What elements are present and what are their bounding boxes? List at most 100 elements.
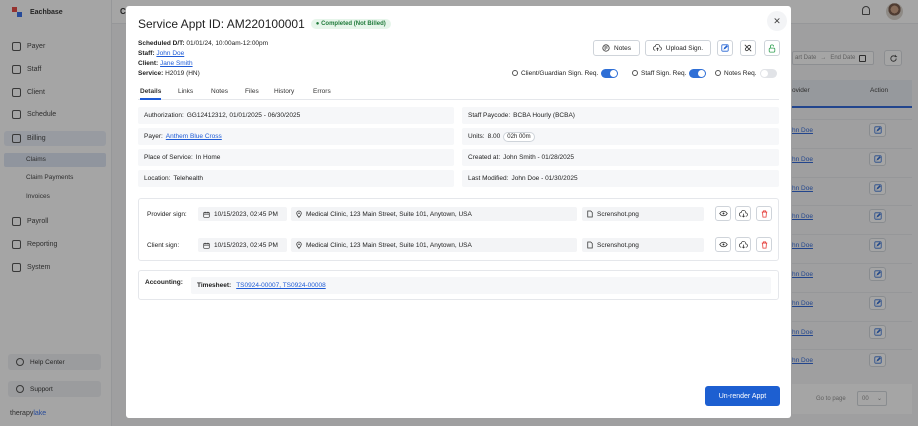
- field-value: BCBA Hourly (BCBA): [513, 112, 575, 119]
- upload-sign-button[interactable]: Upload Sign.: [645, 40, 711, 56]
- close-icon: ✕: [773, 15, 781, 26]
- unrender-appt-button[interactable]: Un-render Appt: [705, 386, 780, 406]
- status-badge: ● Completed (Not Billed): [310, 19, 391, 29]
- notes-icon: [602, 44, 610, 52]
- unlock-button[interactable]: [764, 40, 780, 56]
- tab-files[interactable]: Files: [245, 88, 259, 100]
- calendar-icon: [203, 242, 210, 249]
- signature-address: Medical Clinic, 123 Main Street, Suite 1…: [291, 238, 577, 252]
- info-icon: [715, 70, 721, 76]
- modal-tabs: Details Links Notes Files History Errors: [138, 88, 779, 100]
- tab-errors[interactable]: Errors: [313, 88, 331, 100]
- field-value: In Home: [195, 154, 221, 161]
- view-signature-button[interactable]: [715, 206, 731, 221]
- meta-scheduled-value: 01/01/24, 10:00am-12:00pm: [186, 40, 269, 47]
- cloud-upload-icon: [652, 44, 662, 51]
- client-link[interactable]: Jane Smith: [160, 60, 193, 67]
- tab-history[interactable]: History: [274, 88, 294, 100]
- signature-row-client: Client sign: 10/15/2023, 02:45 PM Medica…: [145, 235, 773, 255]
- field-payer: Payer: Anthem Blue Cross: [138, 128, 454, 145]
- upload-sign-label: Upload Sign.: [665, 44, 704, 52]
- payer-link[interactable]: Anthem Blue Cross: [166, 133, 222, 140]
- field-last-modified: Last Modified: John Doe - 01/30/2025: [462, 170, 779, 187]
- service-appt-modal: Service Appt ID: AM220100001 ● Completed…: [126, 6, 791, 418]
- signature-address: Medical Clinic, 123 Main Street, Suite 1…: [291, 207, 577, 221]
- toggle-label: Staff Sign. Req.: [641, 69, 687, 77]
- field-location: Location: Telehealth: [138, 170, 454, 187]
- toggle-notes-req: Notes Req.: [715, 68, 777, 78]
- delete-signature-button[interactable]: [756, 237, 772, 252]
- client-sign-req-switch[interactable]: [601, 68, 619, 78]
- delete-signature-button[interactable]: [756, 206, 772, 221]
- field-created-at: Created at: John Smith - 01/28/2025: [462, 149, 779, 166]
- field-staff-paycode: Staff Paycode: BCBA Hourly (BCBA): [462, 107, 779, 124]
- location-pin-icon: [296, 210, 302, 218]
- edit-button[interactable]: [717, 40, 733, 56]
- view-signature-button[interactable]: [715, 237, 731, 252]
- signatures-card: Provider sign: 10/15/2023, 02:45 PM Medi…: [138, 198, 779, 261]
- staff-sign-req-switch[interactable]: [689, 68, 707, 78]
- meta-service-value: H2019 (HN): [165, 70, 200, 77]
- toggle-staff-sign-req: Staff Sign. Req.: [632, 68, 707, 78]
- toggle-label: Client/Guardian Sign. Req.: [521, 69, 599, 77]
- modal-title: Service Appt ID: AM220100001 ● Completed…: [138, 17, 391, 31]
- field-units: Units: 8.00 02h 00m: [462, 128, 779, 145]
- meta-client-label: Client:: [138, 60, 159, 67]
- calendar-icon: [203, 211, 210, 218]
- units-duration-pill: 02h 00m: [503, 131, 535, 142]
- modal-title-text: Service Appt ID: AM220100001: [138, 17, 305, 31]
- signature-file: Screnshot.png: [582, 207, 704, 221]
- meta-service: Service: H2019 (HN): [138, 70, 200, 77]
- field-label: Location:: [144, 175, 171, 182]
- field-label: Authorization:: [144, 112, 184, 119]
- close-button[interactable]: ✕: [767, 11, 787, 31]
- field-value: John Doe - 01/30/2025: [511, 175, 578, 182]
- field-label: Last Modified:: [468, 175, 509, 182]
- cloud-download-icon: [738, 240, 748, 249]
- notes-req-switch[interactable]: [759, 68, 777, 78]
- signature-row-provider: Provider sign: 10/15/2023, 02:45 PM Medi…: [145, 204, 773, 224]
- accounting-label: Accounting:: [145, 279, 183, 286]
- download-signature-button[interactable]: [735, 237, 751, 252]
- meta-scheduled-label: Scheduled D/T:: [138, 40, 185, 47]
- status-badge-text: Completed (Not Billed): [321, 21, 386, 27]
- unlink-icon: [744, 44, 752, 52]
- tab-details[interactable]: Details: [140, 88, 162, 100]
- unlock-icon: [768, 44, 776, 52]
- signature-address-text: Medical Clinic, 123 Main Street, Suite 1…: [306, 210, 472, 218]
- field-value: GG12412312, 01/01/2025 - 06/30/2025: [186, 112, 301, 119]
- edit-icon: [721, 44, 729, 52]
- accounting-card: Accounting: Timesheet: TS0924-00007, TS0…: [138, 270, 779, 300]
- signature-date-text: 10/15/2023, 02:45 PM: [214, 241, 278, 249]
- field-label: Staff Paycode:: [468, 112, 511, 119]
- tab-links[interactable]: Links: [178, 88, 193, 100]
- staff-link[interactable]: John Doe: [156, 50, 184, 57]
- field-authorization: Authorization: GG12412312, 01/01/2025 - …: [138, 107, 454, 124]
- field-value: John Smith - 01/28/2025: [503, 154, 574, 161]
- info-icon: [632, 70, 638, 76]
- timesheet-link[interactable]: TS0924-00007, TS0924-00008: [236, 282, 326, 289]
- signature-file-text: Screnshot.png: [597, 210, 639, 218]
- signature-file: Screnshot.png: [582, 238, 704, 252]
- eye-icon: [718, 210, 728, 217]
- field-value: Telehealth: [173, 175, 204, 182]
- signature-date: 10/15/2023, 02:45 PM: [198, 207, 287, 221]
- signature-file-text: Screnshot.png: [597, 241, 639, 249]
- field-value: 8.00: [487, 133, 501, 140]
- meta-scheduled: Scheduled D/T: 01/01/24, 10:00am-12:00pm: [138, 40, 268, 47]
- notes-button[interactable]: Notes: [593, 40, 640, 56]
- meta-staff: Staff: John Doe: [138, 50, 184, 57]
- file-icon: [587, 241, 593, 249]
- meta-client: Client: Jane Smith: [138, 60, 193, 67]
- trash-icon: [761, 210, 767, 217]
- meta-staff-label: Staff:: [138, 50, 155, 57]
- signature-address-text: Medical Clinic, 123 Main Street, Suite 1…: [306, 241, 472, 249]
- download-signature-button[interactable]: [735, 206, 751, 221]
- notes-button-label: Notes: [614, 44, 631, 52]
- toggle-client-sign-req: Client/Guardian Sign. Req.: [512, 68, 619, 78]
- field-label: Units:: [468, 133, 485, 140]
- unlink-button[interactable]: [740, 40, 756, 56]
- timesheet-field: Timesheet: TS0924-00007, TS0924-00008: [191, 277, 771, 294]
- tab-notes[interactable]: Notes: [211, 88, 228, 100]
- toggle-label: Notes Req.: [724, 69, 757, 77]
